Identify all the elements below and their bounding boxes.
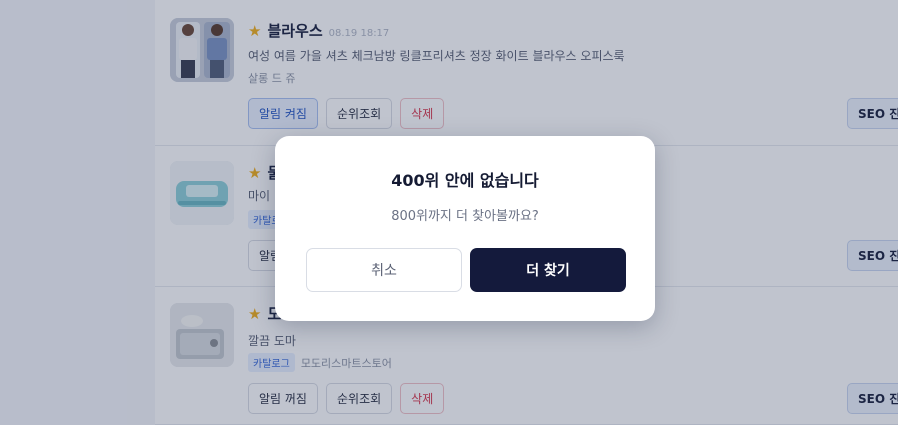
search-more-button[interactable]: 더 찾기 <box>470 248 626 292</box>
dialog-title: 400위 안에 없습니다 <box>391 171 539 190</box>
dialog-message: 800위까지 더 찾아볼까요? <box>391 209 539 224</box>
search-more-dialog: 400위 안에 없습니다 800위까지 더 찾아볼까요? 취소 더 찾기 <box>275 136 655 321</box>
cancel-button[interactable]: 취소 <box>306 248 462 292</box>
